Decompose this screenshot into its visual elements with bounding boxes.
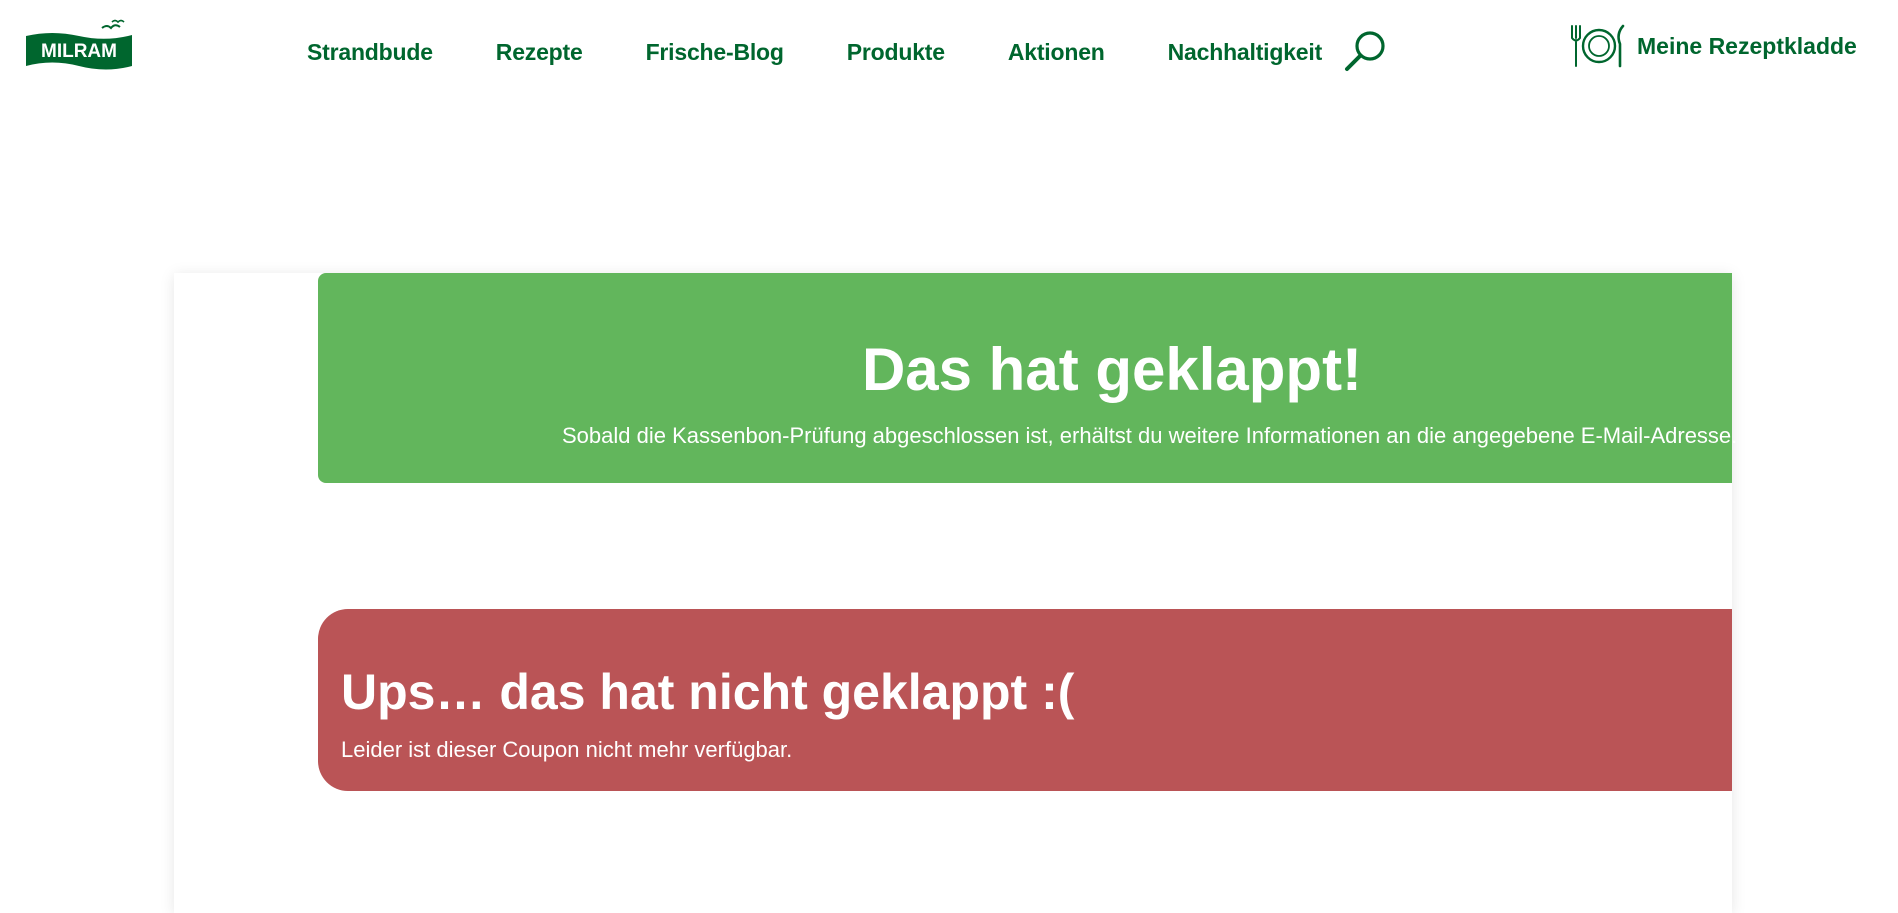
success-message: Das hat geklappt! Sobald die Kassenbon-P… — [318, 273, 1738, 483]
nav-item-rezepte[interactable]: Rezepte — [496, 39, 583, 66]
error-text: Leider ist dieser Coupon nicht mehr verf… — [341, 737, 793, 762]
recipe-notebook-label: Meine Rezeptkladde — [1637, 32, 1857, 59]
success-title: Das hat geklappt! — [861, 336, 1363, 403]
main-navigation: Strandbude Rezepte Frische-Blog Produkte… — [307, 36, 1322, 68]
nav-item-nachhaltigkeit[interactable]: Nachhaltigkeit — [1168, 39, 1323, 66]
milram-logo-image: MILRAM — [26, 19, 132, 70]
nav-item-strandbude[interactable]: Strandbude — [307, 39, 433, 66]
nav-item-aktionen[interactable]: Aktionen — [1008, 39, 1105, 66]
logo-text: MILRAM — [41, 41, 117, 62]
search-button[interactable] — [1342, 28, 1388, 74]
recipe-notebook-link[interactable]: Meine Rezeptkladde — [1567, 24, 1857, 68]
error-title: Ups… das hat nicht geklappt :( — [341, 664, 1075, 720]
success-text: Sobald die Kassenbon-Prüfung abgeschloss… — [562, 423, 1738, 448]
plate-cutlery-icon — [1571, 24, 1625, 68]
nav-item-produkte[interactable]: Produkte — [847, 39, 945, 66]
error-message: Ups… das hat nicht geklappt :( Leider is… — [318, 609, 1732, 791]
nav-item-frische-blog[interactable]: Frische-Blog — [646, 39, 784, 66]
site-header: MILRAM Strandbude Rezepte Frische-Blog P… — [0, 0, 1898, 100]
milram-logo[interactable]: MILRAM — [24, 18, 134, 72]
search-icon — [1345, 31, 1385, 71]
